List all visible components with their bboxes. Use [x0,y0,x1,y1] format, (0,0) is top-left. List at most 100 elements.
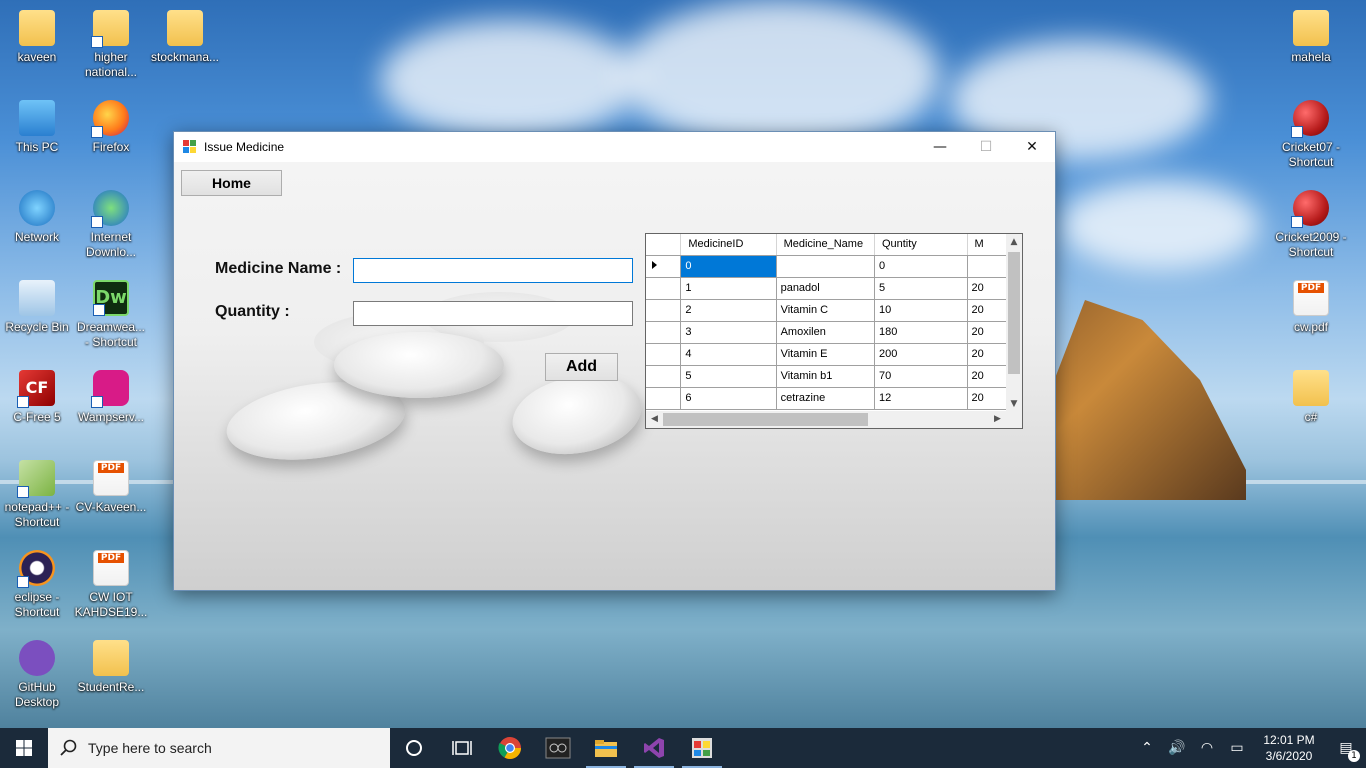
table-cell[interactable]: 6 [680,387,777,410]
desktop-icon-recycle-bin[interactable]: Recycle Bin [0,280,74,335]
desktop-icon-cw-pdf[interactable]: PDF cw.pdf [1274,280,1348,335]
desktop-icon-stockmana[interactable]: stockmana... [148,10,222,65]
table-cell[interactable]: panadol [776,277,875,300]
vertical-scroll-thumb[interactable] [1008,252,1020,374]
table-cell[interactable]: 12 [874,387,968,410]
desktop-icon-internet-download[interactable]: Internet Downlo... [74,190,148,260]
file-explorer-taskbar-button[interactable] [582,728,630,768]
table-cell[interactable]: 2 [680,299,777,322]
battery-icon[interactable]: ▭ [1222,740,1252,756]
table-cell[interactable] [776,255,875,278]
vertical-scrollbar[interactable]: ▲ ▼ [1006,234,1022,412]
pdf-icon: PDF [1293,280,1329,316]
row-header[interactable] [646,321,682,344]
desktop-icon-kaveen[interactable]: kaveen [0,10,74,65]
row-header[interactable] [646,299,682,322]
desktop-icon-network[interactable]: Network [0,190,74,245]
desktop-icon-c-free[interactable]: CF C-Free 5 [0,370,74,425]
table-cell[interactable]: 5 [874,277,968,300]
desktop-icon-notepad-plus[interactable]: notepad++ - Shortcut [0,460,74,530]
task-view-button[interactable] [438,728,486,768]
medicine-name-input[interactable] [353,258,633,283]
table-cell[interactable]: Amoxilen [776,321,875,344]
column-header[interactable]: MedicineID [680,234,777,256]
issue-medicine-window[interactable]: Issue Medicine — ☐ ✕ Home Medicine Name … [173,131,1056,591]
horizontal-scroll-thumb[interactable] [663,413,868,426]
medicine-data-grid[interactable]: MedicineID Medicine_Name Quntity M 0 0 1… [645,233,1023,429]
column-header[interactable]: Quntity [874,234,968,256]
download-manager-icon [91,190,129,228]
desktop-icon-mahela[interactable]: mahela [1274,10,1348,65]
table-cell[interactable]: Vitamin E [776,343,875,366]
desktop-icon-github-desktop[interactable]: GitHub Desktop [0,640,74,710]
column-header[interactable]: Medicine_Name [776,234,875,256]
chrome-taskbar-button[interactable] [486,728,534,768]
volume-icon[interactable]: 🔊 [1162,740,1192,756]
scroll-down-icon[interactable]: ▼ [1006,396,1022,412]
table-row[interactable]: 4 Vitamin E 200 20 [646,343,1022,366]
game-app-taskbar-button[interactable] [534,728,582,768]
table-cell[interactable]: Vitamin C [776,299,875,322]
winforms-app-taskbar-button[interactable] [678,728,726,768]
row-header[interactable] [646,343,682,366]
wifi-icon[interactable]: ◠ [1192,740,1222,756]
desktop-icon-cricket2009[interactable]: Cricket2009 - Shortcut [1274,190,1348,260]
desktop-icon-studentre[interactable]: StudentRe... [74,640,148,695]
table-row[interactable]: 2 Vitamin C 10 20 [646,299,1022,322]
table-cell[interactable]: cetrazine [776,387,875,410]
table-row[interactable]: 0 0 [646,255,1022,278]
row-header[interactable] [646,277,682,300]
scroll-right-icon[interactable]: ▶ [989,411,1006,428]
desktop-icon-label: cw.pdf [1293,320,1329,334]
add-button[interactable]: Add [545,353,618,381]
scroll-up-icon[interactable]: ▲ [1006,234,1022,250]
desktop-icon-cv-kaveen[interactable]: PDF CV-Kaveen... [74,460,148,515]
show-hidden-icons-chevron-icon[interactable]: ⌃ [1132,740,1162,756]
desktop-icon-wampserver[interactable]: Wampserv... [74,370,148,425]
close-button[interactable]: ✕ [1009,132,1055,162]
folder-icon [1293,370,1329,406]
table-cell[interactable]: 200 [874,343,968,366]
desktop-icon-cw-iot[interactable]: PDF CW IOT KAHDSE19... [74,550,148,620]
firefox-icon [91,100,129,138]
table-cell[interactable]: 4 [680,343,777,366]
minimize-button[interactable]: — [917,132,963,162]
table-cell[interactable]: 10 [874,299,968,322]
desktop-icon-csharp[interactable]: c# [1274,370,1348,425]
desktop-icon-eclipse[interactable]: eclipse - Shortcut [0,550,74,620]
horizontal-scrollbar[interactable]: ◀ ▶ [646,411,1006,428]
table-cell[interactable]: 70 [874,365,968,388]
desktop-icon-higher-national[interactable]: higher national... [74,10,148,80]
desktop-icon-dreamweaver[interactable]: Dw Dreamwea... - Shortcut [74,280,148,350]
table-row[interactable]: 3 Amoxilen 180 20 [646,321,1022,344]
visual-studio-taskbar-button[interactable] [630,728,678,768]
maximize-button[interactable]: ☐ [963,132,1009,162]
table-row[interactable]: 6 cetrazine 12 20 [646,387,1022,410]
desktop-icon-cricket07[interactable]: Cricket07 - Shortcut [1274,100,1348,170]
clock[interactable]: 12:01 PM 3/6/2020 [1252,732,1326,764]
desktop-icon-label: Dreamwea... - Shortcut [76,320,146,349]
table-row[interactable]: 5 Vitamin b1 70 20 [646,365,1022,388]
quantity-input[interactable] [353,301,633,326]
taskbar-search-box[interactable]: Type here to search [48,728,390,768]
row-header[interactable] [646,365,682,388]
table-cell[interactable]: 0 [680,255,777,278]
desktop-icon-firefox[interactable]: Firefox [74,100,148,155]
table-cell[interactable]: 3 [680,321,777,344]
table-cell[interactable]: 180 [874,321,968,344]
task-view-icon [452,741,472,755]
scroll-left-icon[interactable]: ◀ [646,411,663,428]
table-cell[interactable]: Vitamin b1 [776,365,875,388]
search-icon [60,739,77,756]
table-cell[interactable]: 0 [874,255,968,278]
home-button[interactable]: Home [181,170,282,196]
title-bar[interactable]: Issue Medicine — ☐ ✕ [174,132,1055,162]
table-cell[interactable]: 1 [680,277,777,300]
desktop-icon-this-pc[interactable]: This PC [0,100,74,155]
table-row[interactable]: 1 panadol 5 20 [646,277,1022,300]
row-header[interactable] [646,387,682,410]
table-cell[interactable]: 5 [680,365,777,388]
start-button[interactable] [0,728,48,768]
cortana-button[interactable] [390,728,438,768]
notification-center-button[interactable]: ▤ 1 [1326,740,1366,762]
